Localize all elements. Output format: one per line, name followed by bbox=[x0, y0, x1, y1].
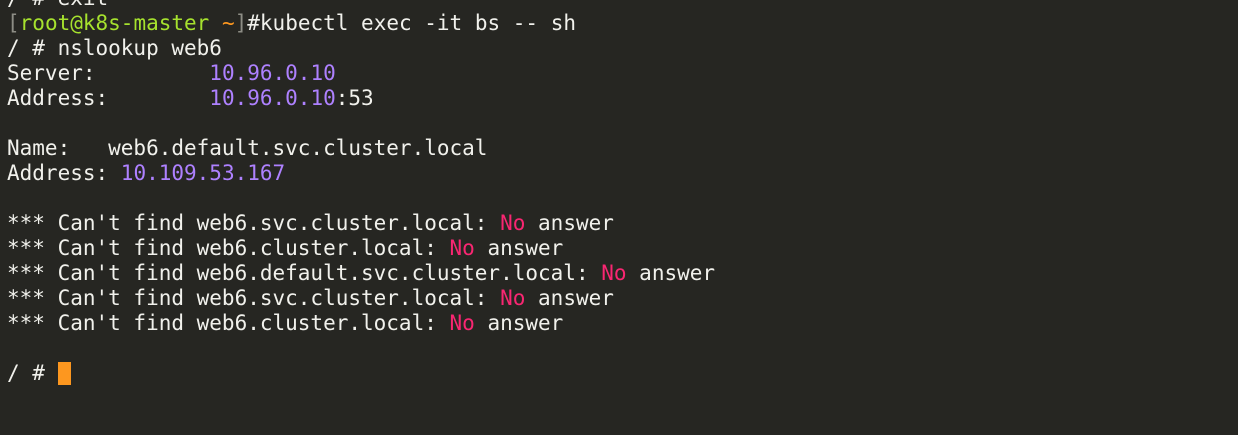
terminal-cursor[interactable] bbox=[57, 362, 71, 385]
terminal-text: No bbox=[601, 261, 627, 285]
result-address-line: Address: 10.109.53.167 bbox=[7, 161, 1238, 186]
terminal-text: Server: bbox=[7, 61, 210, 85]
terminal-text: ] bbox=[234, 11, 248, 35]
nslookup-command-line: / # nslookup web6 bbox=[7, 36, 1238, 61]
terminal-text: Address: bbox=[7, 161, 121, 185]
error-line: *** Can't find web6.cluster.local: No an… bbox=[7, 311, 1238, 336]
terminal-text: Address: bbox=[7, 86, 210, 110]
terminal-text: answer bbox=[474, 311, 564, 335]
terminal-text: *** Can't find web6.svc.cluster.local: bbox=[7, 286, 501, 310]
error-line: *** Can't find web6.svc.cluster.local: N… bbox=[7, 211, 1238, 236]
terminal-window[interactable]: / # exit[root@k8s-master ~]#kubectl exec… bbox=[0, 0, 1238, 435]
terminal-text: [ bbox=[7, 11, 20, 35]
terminal-output: / # exit[root@k8s-master ~]#kubectl exec… bbox=[7, 0, 1238, 386]
shell-prompt-line: [root@k8s-master ~]#kubectl exec -it bs … bbox=[7, 11, 1238, 36]
terminal-text: 10.109.53.167 bbox=[120, 161, 286, 185]
terminal-text: No bbox=[500, 211, 526, 235]
server-address-line: Address: 10.96.0.10:53 bbox=[7, 86, 1238, 111]
terminal-text: / # bbox=[7, 361, 58, 385]
error-line: *** Can't find web6.svc.cluster.local: N… bbox=[7, 286, 1238, 311]
terminal-text: answer bbox=[525, 286, 614, 310]
terminal-text: *** Can't find web6.cluster.local: bbox=[7, 236, 450, 260]
terminal-text: answer bbox=[474, 236, 564, 260]
terminal-text: *** Can't find web6.cluster.local: bbox=[7, 311, 450, 335]
terminal-text: 10.96.0.10 bbox=[209, 86, 336, 110]
current-prompt-line: / # bbox=[7, 361, 1238, 386]
terminal-text: ~ bbox=[209, 11, 235, 35]
terminal-text: Name: web6.default.svc.cluster.local bbox=[7, 136, 488, 160]
terminal-text: *** Can't find web6.svc.cluster.local: bbox=[7, 211, 501, 235]
terminal-text: / # nslookup web6 bbox=[7, 36, 222, 60]
terminal-text: root@k8s-master bbox=[19, 11, 210, 35]
terminal-text: No bbox=[500, 286, 526, 310]
prev-command-line: / # exit bbox=[7, 0, 1238, 11]
terminal-text: *** Can't find web6.default.svc.cluster.… bbox=[7, 261, 602, 285]
terminal-text: :53 bbox=[335, 86, 374, 110]
terminal-text: answer bbox=[525, 211, 614, 235]
server-line: Server: 10.96.0.10 bbox=[7, 61, 1238, 86]
terminal-text: #kubectl exec -it bs -- sh bbox=[247, 11, 576, 35]
terminal-text: No bbox=[449, 236, 475, 260]
name-line: Name: web6.default.svc.cluster.local bbox=[7, 136, 1238, 161]
error-line: *** Can't find web6.cluster.local: No an… bbox=[7, 236, 1238, 261]
terminal-text: / # exit bbox=[7, 0, 108, 10]
terminal-text: answer bbox=[626, 261, 716, 285]
terminal-text: No bbox=[449, 311, 475, 335]
terminal-text: 10.96.0.10 bbox=[209, 61, 336, 85]
error-line: *** Can't find web6.default.svc.cluster.… bbox=[7, 261, 1238, 286]
